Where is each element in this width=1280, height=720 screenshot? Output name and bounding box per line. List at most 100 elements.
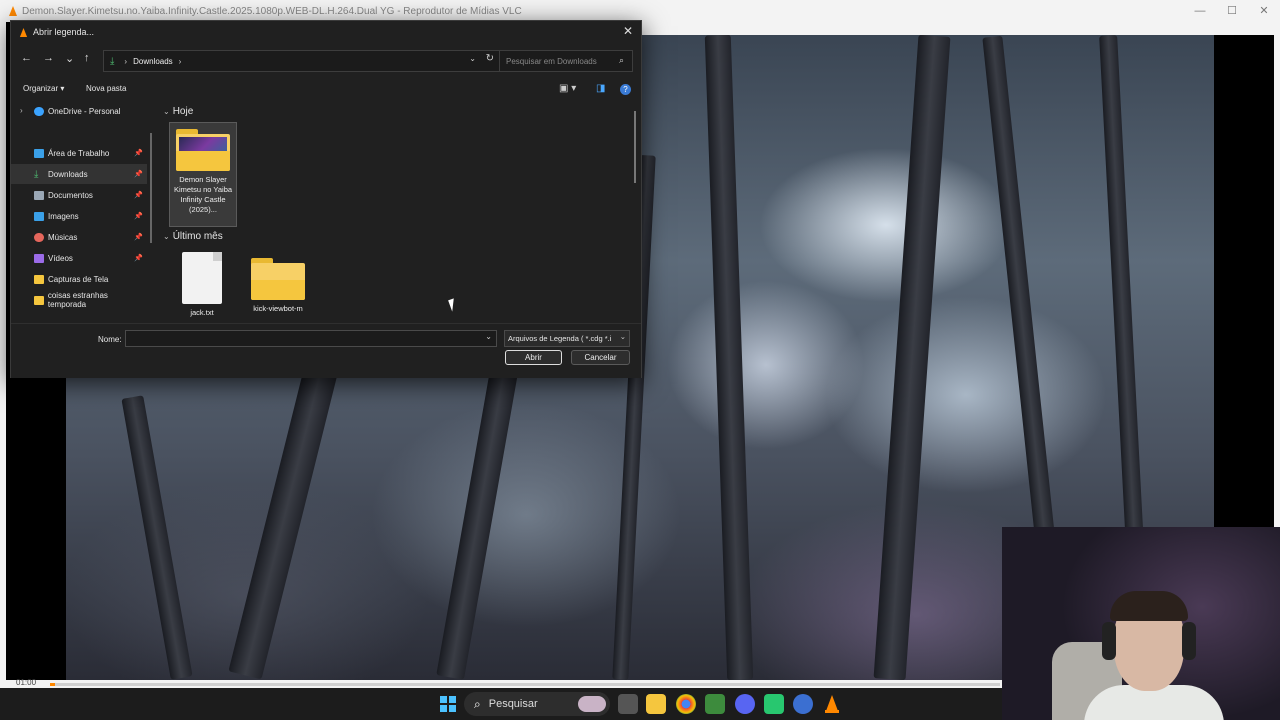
task-view-icon[interactable] (618, 694, 638, 714)
sidebar-item-desktop[interactable]: Área de Trabalho 📌 (11, 143, 147, 163)
dialog-close-button[interactable]: ✕ (623, 24, 633, 38)
tree-trunk (228, 365, 338, 680)
file-name-input[interactable]: ⌄ (125, 330, 497, 347)
webcam-overlay (1002, 527, 1280, 720)
address-bar[interactable]: ⤓ › Downloads › ⌄ ↻ (103, 50, 501, 72)
cancel-button[interactable]: Cancelar (571, 350, 630, 365)
chevron-down-icon: ⌄ (619, 332, 626, 341)
sidebar-item-screenshots[interactable]: Capturas de Tela (11, 269, 147, 289)
media-folder-icon (176, 129, 230, 171)
sidebar-item-label: OneDrive - Personal (48, 106, 121, 116)
letterbox-right (1214, 35, 1274, 527)
maximize-button[interactable]: ☐ (1216, 0, 1248, 22)
file-type-value: Arquivos de Legenda ( *.cdg *.i (508, 334, 612, 343)
back-button[interactable]: ← (21, 52, 32, 64)
chrome-icon[interactable] (676, 694, 696, 714)
preview-pane-icon[interactable]: ◨ (596, 83, 605, 94)
vlc-left-border (0, 22, 6, 688)
breadcrumb-separator: › (178, 56, 182, 66)
new-folder-button[interactable]: Nova pasta (86, 84, 126, 93)
pin-icon: 📌 (134, 150, 143, 157)
search-placeholder: Pesquisar em Downloads (506, 56, 597, 66)
minecraft-icon[interactable] (705, 694, 725, 714)
sidebar-item-folder[interactable]: coisas estranhas temporada (11, 290, 147, 310)
document-icon (34, 190, 44, 200)
file-type-select[interactable]: Arquivos de Legenda ( *.cdg *.i ⌄ (504, 330, 630, 347)
pin-icon: 📌 (134, 234, 143, 241)
group-header-today[interactable]: ⌄ Hoje (163, 106, 193, 117)
minimize-button[interactable]: — (1184, 0, 1216, 22)
sidebar-item-music[interactable]: Músicas 📌 (11, 227, 147, 247)
sidebar-item-label: Músicas (48, 232, 78, 242)
sidebar-item-downloads[interactable]: ⤓ Downloads 📌 (11, 164, 147, 184)
dialog-title: Abrir legenda... (33, 27, 95, 37)
help-icon[interactable]: ? (620, 84, 631, 95)
forward-button[interactable]: → (43, 52, 54, 64)
breadcrumb-downloads[interactable]: Downloads (133, 57, 173, 66)
chevron-down-icon: ⌄ (163, 107, 170, 116)
taskbar: ⌕ Pesquisar (0, 688, 1002, 720)
android-icon[interactable] (764, 694, 784, 714)
sidebar-item-documents[interactable]: Documentos 📌 (11, 185, 147, 205)
sidebar-item-onedrive[interactable]: OneDrive - Personal (11, 101, 147, 121)
tree-trunk (704, 35, 754, 680)
window-controls: — ☐ ✕ (1184, 0, 1280, 22)
file-item-demon-slayer-folder[interactable]: Demon Slayer Kimetsu no Yaiba Infinity C… (169, 122, 237, 227)
recent-locations-button[interactable]: ⌄ (65, 52, 74, 65)
chevron-down-icon[interactable]: ⌄ (485, 332, 492, 341)
dialog-toolbar: Organizar ▾ Nova pasta ▣ ▾ ◨ ? (11, 79, 641, 99)
sidebar-item-label: Capturas de Tela (48, 274, 109, 284)
folder-icon (34, 274, 44, 284)
windows-start-icon[interactable] (438, 694, 458, 714)
navigation-pane: › OneDrive - Personal Área de Trabalho 📌… (11, 101, 153, 321)
open-button[interactable]: Abrir (505, 350, 562, 365)
sidebar-item-label: Imagens (48, 211, 79, 221)
refresh-icon[interactable]: ↻ (486, 53, 494, 64)
vlc-window-title: Demon.Slayer.Kimetsu.no.Yaiba.Infinity.C… (22, 5, 522, 17)
search-icon: ⌕ (474, 696, 481, 711)
chevron-down-icon: ⌄ (163, 232, 170, 241)
discord-icon[interactable] (735, 694, 755, 714)
vlc-taskbar-icon[interactable] (822, 694, 842, 714)
content-scrollbar[interactable] (634, 111, 636, 183)
file-name: jack.txt (190, 308, 214, 317)
download-icon: ⤓ (110, 55, 115, 67)
organize-button[interactable]: Organizar ▾ (23, 84, 64, 93)
group-header-last-month[interactable]: ⌄ Último mês (163, 231, 223, 242)
open-subtitle-dialog: Abrir legenda... ✕ ← → ⌄ ↑ ⤓ › Downloads… (10, 20, 642, 378)
elapsed-time: 01:00 (16, 678, 37, 687)
desktop-icon (34, 148, 44, 158)
pin-icon: 📌 (134, 171, 143, 178)
search-input[interactable]: Pesquisar em Downloads ⌕ (499, 50, 633, 72)
music-icon (34, 232, 44, 242)
group-label: Último mês (172, 231, 223, 242)
sidebar-item-videos[interactable]: Vídeos 📌 (11, 248, 147, 268)
navigation-scrollbar[interactable] (150, 133, 152, 243)
organize-label: Organizar (23, 84, 59, 93)
chevron-down-icon[interactable]: ⌄ (469, 54, 476, 63)
file-item-kick-viewbot-folder[interactable]: kick-viewbot-m (245, 252, 311, 314)
sidebar-item-label: Área de Trabalho (48, 148, 110, 158)
file-item-jack-txt[interactable]: jack.txt (169, 252, 235, 318)
seek-bar[interactable] (50, 683, 1000, 686)
vlc-cone-icon (9, 6, 17, 16)
dialog-titlebar: Abrir legenda... (11, 21, 641, 43)
pin-icon: 📌 (134, 255, 143, 262)
vlc-top-strip (640, 22, 1280, 35)
app-circle-icon[interactable] (793, 694, 813, 714)
sidebar-item-label: Downloads (48, 169, 88, 179)
view-options-icon[interactable]: ▣ ▾ (559, 83, 576, 94)
sidebar-item-label: Documentos (48, 190, 93, 200)
seek-bar-fill (50, 683, 55, 686)
tree-trunk (873, 35, 951, 680)
video-icon (34, 253, 44, 263)
breadcrumb-separator: › (124, 56, 128, 66)
taskbar-search[interactable]: ⌕ Pesquisar (464, 692, 610, 716)
sidebar-item-images[interactable]: Imagens 📌 (11, 206, 147, 226)
file-explorer-icon[interactable] (646, 694, 666, 714)
search-highlight-icon (578, 696, 606, 712)
up-button[interactable]: ↑ (84, 52, 90, 64)
close-window-button[interactable]: ✕ (1248, 0, 1280, 22)
sidebar-item-label: Vídeos (48, 253, 73, 263)
navigation-row: ← → ⌄ ↑ ⤓ › Downloads › ⌄ ↻ Pesquisar em… (11, 48, 641, 72)
